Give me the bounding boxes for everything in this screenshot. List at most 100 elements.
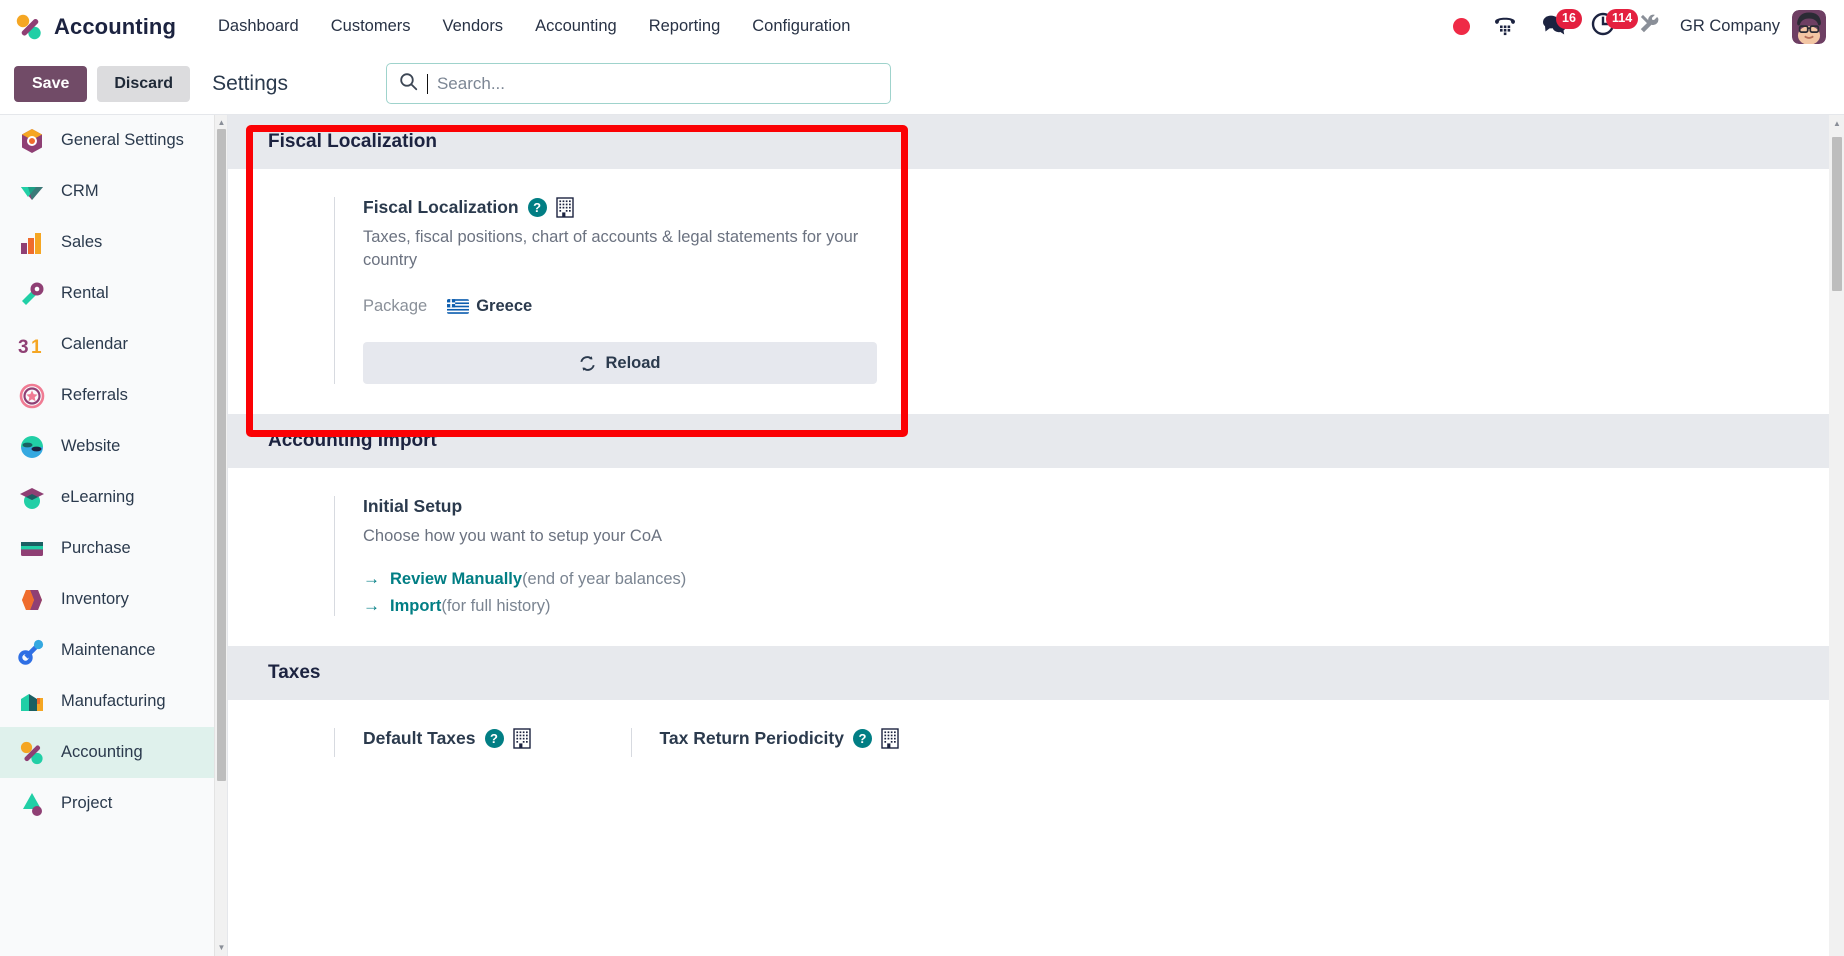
sidebar-item-label: Manufacturing (61, 692, 166, 710)
referrals-app-icon (18, 382, 46, 410)
sidebar-item-calendar[interactable]: 3 1 Calendar (0, 319, 227, 370)
sidebar-item-label: Sales (61, 233, 103, 251)
sidebar-item-project[interactable]: Project (0, 778, 227, 829)
sidebar-item-label: Project (61, 794, 113, 812)
save-button[interactable]: Save (14, 65, 88, 102)
company-building-icon (512, 728, 531, 749)
search-placeholder: Search... (436, 73, 506, 93)
sidebar-item-label: Website (61, 437, 121, 455)
tax-return-periodicity-setting: Tax Return Periodicity ? (630, 728, 899, 758)
sidebar-item-label: Maintenance (61, 641, 156, 659)
recording-indicator[interactable] (1442, 7, 1481, 47)
brand-home-link[interactable]: Accounting (14, 12, 176, 42)
dialpad-button[interactable] (1481, 7, 1529, 47)
help-circle-icon[interactable]: ? (484, 729, 504, 749)
import-note: (for full history) (441, 597, 551, 616)
settings-main: Fiscal Localization Fiscal Localization … (228, 115, 1844, 956)
messages-button[interactable]: 16 (1529, 7, 1582, 47)
top-navbar: Accounting Dashboard Customers Vendors A… (0, 0, 1844, 53)
activities-button[interactable]: 114 (1579, 7, 1639, 47)
sidebar-item-referrals[interactable]: Referrals (0, 370, 227, 421)
svg-text:3: 3 (18, 337, 29, 358)
review-manually-row: → Review Manually(end of year balances) (363, 570, 894, 589)
sidebar-item-label: Accounting (61, 743, 143, 761)
sidebar-item-elearning[interactable]: eLearning (0, 472, 227, 523)
help-circle-icon[interactable]: ? (527, 198, 547, 217)
nav-item-customers[interactable]: Customers (315, 9, 427, 44)
tools-button[interactable] (1627, 7, 1672, 47)
section-heading: Accounting Import (228, 414, 1844, 469)
section-heading: Taxes (228, 646, 1844, 701)
setting-title-row: Fiscal Localization ? (363, 197, 894, 218)
search-icon (399, 72, 418, 96)
project-app-icon (18, 790, 46, 818)
tools-wrench-icon (1638, 13, 1661, 41)
nav-item-reporting[interactable]: Reporting (633, 9, 737, 44)
setting-title-text: Initial Setup (363, 496, 463, 517)
reload-button-label: Reload (605, 353, 661, 372)
search-caret (426, 73, 428, 94)
sidebar-item-maintenance[interactable]: Maintenance (0, 625, 227, 676)
sidebar-item-sales[interactable]: Sales (0, 217, 227, 268)
reload-button[interactable]: Reload (363, 342, 877, 385)
sidebar-scrollbar[interactable]: ▲ ▼ (214, 115, 227, 956)
company-building-icon (881, 728, 899, 749)
taxes-section: Taxes Default Taxes ? Tax Return Periodi… (228, 646, 1844, 787)
nav-item-dashboard[interactable]: Dashboard (202, 9, 315, 44)
sidebar-item-purchase[interactable]: Purchase (0, 523, 227, 574)
help-circle-icon[interactable]: ? (852, 729, 872, 749)
package-value[interactable]: Greece (447, 297, 532, 316)
crm-app-icon (18, 178, 46, 206)
review-manually-note: (end of year balances) (522, 570, 687, 589)
recording-dot-icon (1453, 18, 1471, 35)
fiscal-localization-section: Fiscal Localization Fiscal Localization … (228, 115, 1844, 414)
sidebar-item-label: Inventory (61, 590, 129, 608)
nav-item-accounting[interactable]: Accounting (519, 9, 633, 44)
section-heading: Fiscal Localization (228, 115, 1844, 169)
nav-item-configuration[interactable]: Configuration (736, 9, 866, 44)
setting-description: Taxes, fiscal positions, chart of accoun… (363, 228, 859, 270)
discard-button[interactable]: Discard (97, 65, 191, 102)
setting-title-row: Tax Return Periodicity ? (660, 728, 899, 749)
user-avatar[interactable] (1792, 9, 1826, 44)
sidebar-item-website[interactable]: Website (0, 421, 227, 472)
sales-app-icon (18, 229, 46, 257)
manufacturing-app-icon (18, 688, 46, 716)
reload-refresh-icon (579, 355, 596, 372)
brand-name: Accounting (54, 13, 176, 39)
greece-flag-icon (447, 299, 470, 315)
main-scroll-thumb[interactable] (1832, 137, 1842, 291)
sidebar-item-label: General Settings (61, 131, 184, 149)
sidebar-scroll-thumb[interactable] (217, 129, 226, 781)
main-scrollbar[interactable]: ▲ (1829, 115, 1844, 956)
search-input[interactable]: Search... (385, 63, 891, 104)
navbar-systray: 16 114 GR Company (1442, 7, 1826, 47)
sidebar-item-label: CRM (61, 182, 99, 200)
sidebar-item-manufacturing[interactable]: Manufacturing (0, 676, 227, 727)
sidebar-item-general-settings[interactable]: General Settings (0, 115, 227, 166)
import-link[interactable]: Import (390, 597, 441, 615)
sidebar-item-label: Rental (61, 284, 109, 302)
sidebar-item-crm[interactable]: CRM (0, 166, 227, 217)
sidebar-item-accounting[interactable]: Accounting (0, 727, 227, 778)
package-value-text: Greece (476, 297, 533, 316)
initial-setup-links: → Review Manually(end of year balances) … (363, 570, 894, 616)
dialpad-icon (1492, 12, 1518, 41)
scroll-down-icon[interactable]: ▼ (217, 944, 226, 952)
package-label: Package (363, 297, 428, 316)
navbar-menu: Dashboard Customers Vendors Accounting R… (202, 9, 866, 44)
sidebar-item-inventory[interactable]: Inventory (0, 574, 227, 625)
page-body: General Settings CRM Sales Rental 3 1 Ca… (0, 115, 1844, 956)
company-switcher[interactable]: GR Company (1672, 17, 1792, 36)
website-app-icon (18, 433, 46, 461)
purchase-app-icon (18, 535, 46, 563)
scroll-up-icon[interactable]: ▲ (217, 119, 226, 127)
setting-title-row: Default Taxes ? (363, 728, 531, 749)
svg-text:1: 1 (31, 337, 42, 358)
scroll-up-icon[interactable]: ▲ (1832, 120, 1842, 128)
settings-app-icon (18, 127, 46, 155)
sidebar-item-rental[interactable]: Rental (0, 268, 227, 319)
review-manually-link[interactable]: Review Manually (390, 570, 522, 588)
nav-item-vendors[interactable]: Vendors (427, 9, 520, 44)
maintenance-app-icon (18, 637, 46, 665)
